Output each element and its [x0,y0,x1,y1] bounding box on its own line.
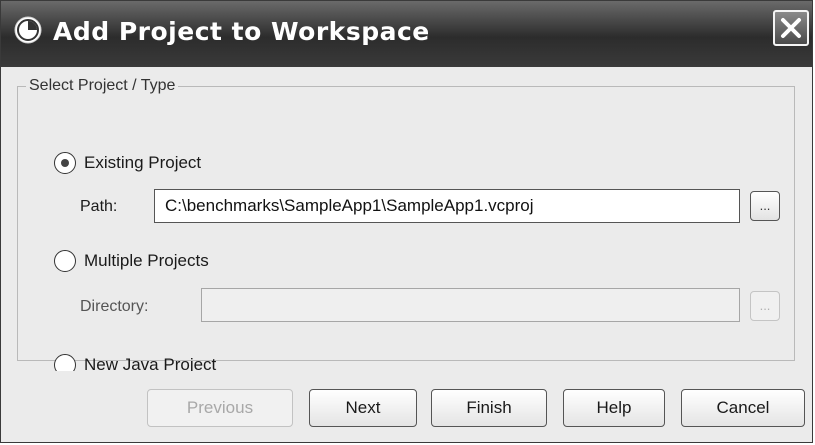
radio-button-existing[interactable] [54,152,76,174]
add-project-dialog: Add Project to Workspace Select Project … [0,0,813,443]
radio-button-multiple[interactable] [54,250,76,272]
window-title: Add Project to Workspace [53,17,430,46]
close-icon [781,18,801,38]
path-label: Path: [80,198,118,215]
directory-label: Directory: [80,298,149,315]
path-input[interactable] [154,189,740,223]
next-button[interactable]: Next [309,389,417,427]
directory-browse-button[interactable]: ... [750,291,780,321]
radio-label-existing: Existing Project [84,153,202,172]
radio-label-multiple: Multiple Projects [84,251,209,270]
app-clock-icon [13,15,43,45]
group-legend: Select Project / Type [29,77,176,94]
radio-existing-project[interactable]: Existing Project [54,152,201,174]
path-browse-button[interactable]: ... [750,191,780,221]
previous-button[interactable]: Previous [147,389,293,427]
cancel-button[interactable]: Cancel [681,389,805,427]
directory-input[interactable] [201,288,740,322]
radio-multiple-projects[interactable]: Multiple Projects [54,250,209,272]
finish-button[interactable]: Finish [431,389,547,427]
help-button[interactable]: Help [563,389,665,427]
title-bar[interactable]: Add Project to Workspace [1,1,812,67]
button-bar: Previous Next Finish Help Cancel [1,371,812,442]
dialog-body: Select Project / Type Existing Project P… [1,67,812,376]
close-button[interactable] [773,10,809,46]
select-project-group: Select Project / Type Existing Project P… [17,77,795,376]
